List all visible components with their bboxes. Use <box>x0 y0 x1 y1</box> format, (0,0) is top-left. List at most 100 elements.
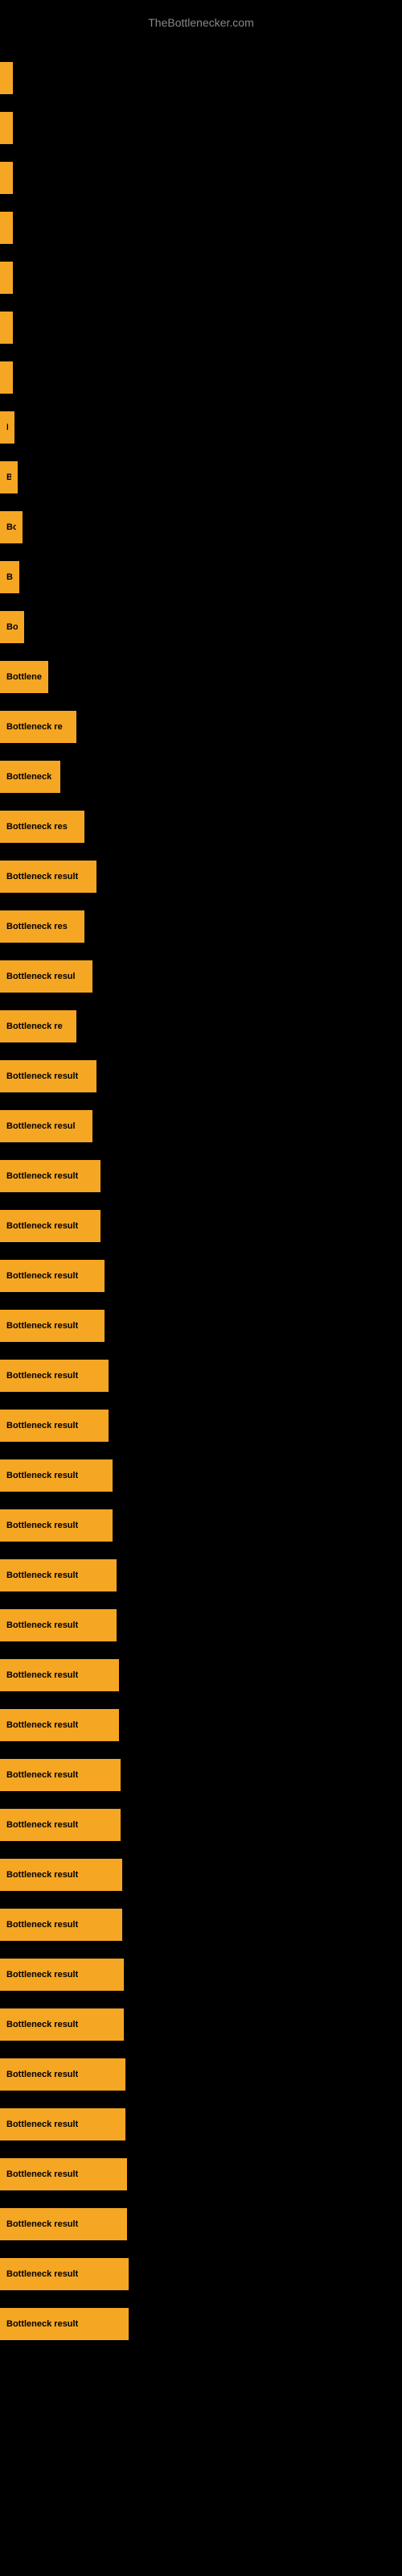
bar-label: Bottleneck result <box>6 1171 78 1181</box>
bar-row: Bo <box>0 552 402 602</box>
bar-row: Bottleneck result <box>0 2199 402 2249</box>
bar-label: Bottleneck result <box>6 1221 78 1231</box>
result-bar: Bottleneck resul <box>0 1110 92 1142</box>
bar-label: Bottleneck re <box>6 722 63 732</box>
bar-row: Bottleneck <box>0 752 402 802</box>
result-bar: Bottleneck result <box>0 1759 121 1791</box>
bar-label: Bo <box>6 473 11 482</box>
result-bar <box>0 312 13 344</box>
result-bar: Bottleneck result <box>0 1310 105 1342</box>
bar-label: Bottleneck result <box>6 1471 78 1480</box>
result-bar: Bo <box>0 461 18 493</box>
bar-label: Bottleneck result <box>6 1820 78 1830</box>
result-bar: B <box>0 361 13 394</box>
bar-row <box>0 103 402 153</box>
result-bar: Bottleneck res <box>0 811 84 843</box>
bar-label: Bottleneck result <box>6 1720 78 1730</box>
bar-row: Bottleneck result <box>0 852 402 902</box>
bar-label: Bottleneck resul <box>6 1121 76 1131</box>
result-bar: Bottleneck result <box>0 2258 129 2290</box>
bar-row <box>0 303 402 353</box>
result-bar <box>0 262 13 294</box>
bar-row: B <box>0 353 402 402</box>
result-bar: Bottleneck result <box>0 2008 124 2041</box>
result-bar: Bottleneck resul <box>0 960 92 993</box>
bar-row: Bottleneck result <box>0 1800 402 1850</box>
bar-row: Bottleneck result <box>0 1700 402 1750</box>
bar-row: Bottleneck result <box>0 2149 402 2199</box>
bar-label: Bottleneck result <box>6 2319 78 2329</box>
bar-label: Bottleneck <box>6 772 51 782</box>
result-bar: Bottleneck re <box>0 711 76 743</box>
bar-label: Bottleneck result <box>6 1571 78 1580</box>
bar-row: Bottleneck result <box>0 1600 402 1650</box>
bar-row: Bottleneck re <box>0 702 402 752</box>
bar-label: Bottleneck result <box>6 2269 78 2279</box>
bar-row: Bottleneck res <box>0 902 402 952</box>
result-bar: Bo <box>0 561 19 593</box>
bar-row: Bot <box>0 602 402 652</box>
bar-row: Bottleneck result <box>0 1950 402 2000</box>
bar-row <box>0 53 402 103</box>
bar-label: Bottleneck result <box>6 2070 78 2079</box>
result-bar: Bottleneck result <box>0 1859 122 1891</box>
bar-label: B <box>6 423 8 432</box>
bar-label: Bottleneck result <box>6 1870 78 1880</box>
result-bar: Bottleneck result <box>0 861 96 893</box>
site-title: TheBottlenecker.com <box>0 8 402 45</box>
bar-label: Bottleneck result <box>6 1071 78 1081</box>
bar-row <box>0 153 402 203</box>
bar-row: Bottleneck result <box>0 1650 402 1700</box>
bar-label: Bottleneck result <box>6 1321 78 1331</box>
bar-row: Bottleneck result <box>0 1900 402 1950</box>
bar-row: Bottleneck result <box>0 1151 402 1201</box>
bar-row: Bottleneck result <box>0 1550 402 1600</box>
result-bar: Bottleneck result <box>0 1210 100 1242</box>
result-bar: Bottleneck result <box>0 2208 127 2240</box>
bar-label: Bottleneck result <box>6 1271 78 1281</box>
bar-label: Bottleneck result <box>6 1770 78 1780</box>
result-bar: Bottleneck res <box>0 910 84 943</box>
bar-row: Bottleneck result <box>0 1201 402 1251</box>
bar-label: Bot <box>6 622 18 632</box>
bar-row: Bo <box>0 452 402 502</box>
result-bar: Bot <box>0 611 24 643</box>
result-bar: Bottleneck result <box>0 1609 117 1641</box>
bar-label: Bottleneck result <box>6 1421 78 1430</box>
result-bar: Bottleneck result <box>0 1959 124 1991</box>
bar-row: Bottleneck res <box>0 802 402 852</box>
bar-row: Bottleneck result <box>0 2099 402 2149</box>
result-bar <box>0 162 13 194</box>
bar-row: Bottleneck result <box>0 1301 402 1351</box>
bar-label: Bottleneck res <box>6 822 68 832</box>
bar-label: Bottleneck result <box>6 1970 78 1979</box>
result-bar: Bottleneck result <box>0 1559 117 1591</box>
bar-row: Bot <box>0 502 402 552</box>
result-bar: Bottleneck result <box>0 1509 113 1542</box>
bar-row <box>0 253 402 303</box>
bar-row: B <box>0 402 402 452</box>
result-bar: Bottleneck result <box>0 1260 105 1292</box>
bar-label: Bottleneck result <box>6 1521 78 1530</box>
bar-row: Bottleneck result <box>0 1251 402 1301</box>
result-bar: Bottleneck result <box>0 1160 100 1192</box>
bar-row: Bottleneck result <box>0 2299 402 2349</box>
bar-row: Bottleneck re <box>0 1001 402 1051</box>
result-bar: Bottleneck result <box>0 1809 121 1841</box>
bar-row: Bottleneck resul <box>0 952 402 1001</box>
bar-label: Bottleneck result <box>6 1920 78 1930</box>
result-bar: Bottleneck result <box>0 1060 96 1092</box>
bar-row: Bottleneck result <box>0 1401 402 1451</box>
bar-label: Bottleneck result <box>6 1670 78 1680</box>
bar-row: B <box>0 203 402 253</box>
bar-label: Bottleneck result <box>6 2169 78 2179</box>
bar-label: Bottleneck re <box>6 1022 63 1031</box>
bar-label: Bottleneck result <box>6 2219 78 2229</box>
bar-row: Bottleneck result <box>0 1051 402 1101</box>
bar-row: Bottleneck resul <box>0 1101 402 1151</box>
bar-label: Bottleneck res <box>6 922 68 931</box>
result-bar: Bottleneck result <box>0 2158 127 2190</box>
bar-row: Bottleneck result <box>0 1501 402 1550</box>
bar-label: Bot <box>6 522 16 532</box>
result-bar: Bottleneck result <box>0 1360 109 1392</box>
